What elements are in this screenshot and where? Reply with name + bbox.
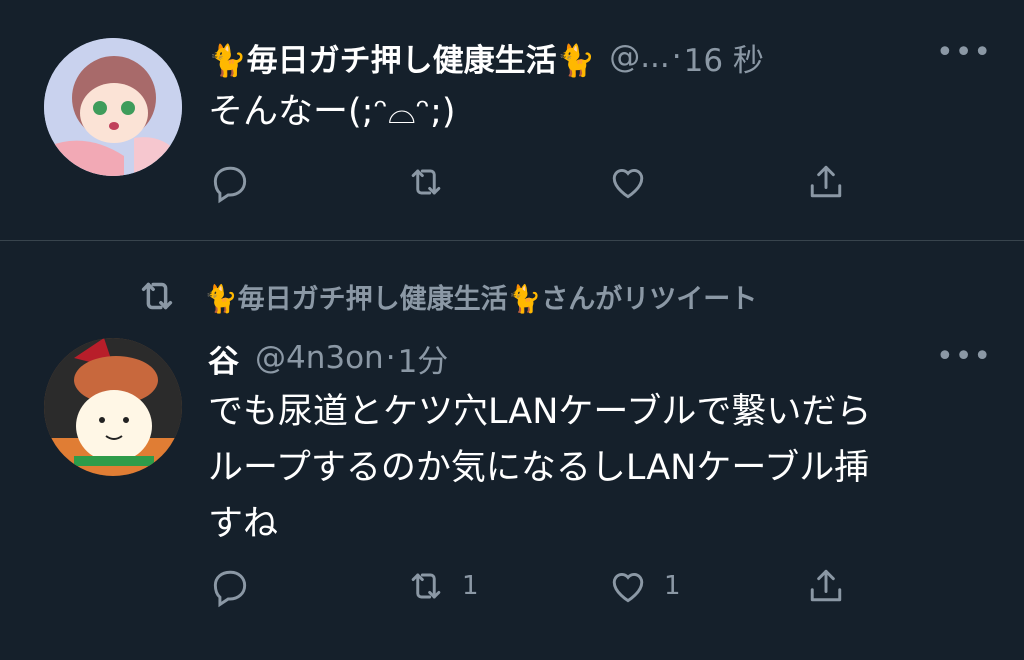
tweet-actions [208,160,868,204]
display-name[interactable]: 🐈毎日ガチ押し健康生活🐈 [208,35,595,80]
reply-icon [213,166,247,204]
avatar[interactable] [44,38,182,176]
timestamp[interactable]: 1分 [398,336,449,381]
avatar-image [44,38,182,176]
separator: · [385,340,396,376]
retweet-button[interactable] [404,160,448,204]
reply-button[interactable] [208,160,252,204]
retweet-count: 1 [462,571,479,601]
retweet-banner[interactable]: 🐈毎日ガチ押し健康生活🐈さんがリツイート [134,272,757,320]
like-button[interactable] [606,160,650,204]
share-button[interactable] [804,564,848,608]
avatar[interactable] [44,338,182,476]
retweet-icon [141,282,173,310]
retweet-icon [411,169,441,195]
timestamp[interactable]: 16 秒 [684,35,764,80]
reply-icon [213,570,247,608]
handle[interactable]: @4n3on [255,340,384,376]
like-icon [612,572,644,603]
tweet-header: 谷 @4n3on · 1分 [208,334,448,382]
tweet-text: そんなー(;ᵔ⌓ᵔ;) [208,92,456,132]
divider [0,240,1024,241]
tweet-1[interactable]: 🐈毎日ガチ押し健康生活🐈 @... · 16 秒 ••• そんなー(;ᵔ⌓ᵔ;) [0,0,1024,240]
retweet-button[interactable]: 1 [404,564,479,608]
share-icon [810,165,842,198]
like-button[interactable]: 1 [606,564,681,608]
retweet-banner-text: 🐈毎日ガチ押し健康生活🐈さんがリツイート [204,283,758,315]
tweet-text: でも尿道とケツ穴LANケーブルで繋いだら ループするのか気になるしLANケーブル… [208,384,871,552]
handle[interactable]: @... [609,39,670,75]
share-button[interactable] [804,160,848,204]
tweet-text-line: ループするのか気になるしLANケーブル挿 [208,448,870,488]
more-icon[interactable]: ••• [936,38,992,68]
reply-button[interactable] [208,564,252,608]
tweet-text-line: すね [208,504,279,544]
like-icon [612,168,644,199]
tweet-actions: 1 1 [208,564,868,608]
tweet-2[interactable]: 谷 @4n3on · 1分 ••• でも尿道とケツ穴LANケーブルで繋いだら ル… [0,320,1024,660]
share-icon [810,569,842,602]
retweet-icon [411,573,441,599]
avatar-image [44,338,182,476]
like-count: 1 [664,571,681,601]
tweet-header: 🐈毎日ガチ押し健康生活🐈 @... · 16 秒 [208,32,764,82]
more-icon[interactable]: ••• [936,342,992,372]
separator: · [671,39,682,75]
display-name[interactable]: 谷 [208,336,239,381]
tweet-text-line: でも尿道とケツ穴LANケーブルで繋いだら [208,392,872,432]
